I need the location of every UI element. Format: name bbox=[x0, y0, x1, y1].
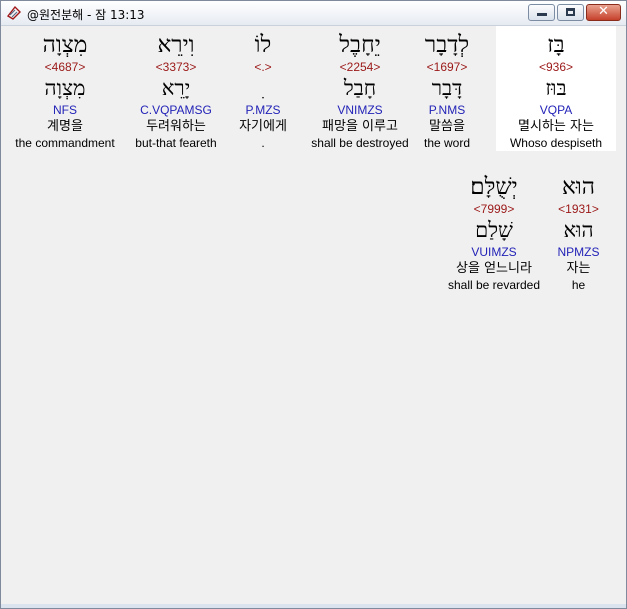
korean-gloss: 자기에게 bbox=[239, 119, 287, 134]
strong-number: <936> bbox=[538, 60, 574, 74]
hebrew-lemma: הוּא bbox=[563, 218, 594, 242]
english-gloss: shall be revarded bbox=[447, 278, 541, 292]
word-column[interactable]: מִצְוָה <4687> מִצְוָה NFS 계명을 the comma… bbox=[6, 26, 124, 151]
strong-number: <4687> bbox=[44, 60, 86, 74]
minimize-button[interactable] bbox=[528, 4, 555, 21]
english-gloss: Whoso despiseth bbox=[509, 136, 603, 150]
title-bar[interactable]: @원전분해 - 잠 13:13 ✕ bbox=[1, 1, 626, 26]
word-column[interactable]: בָּז <936> בּוּז VQPA 멸시하는 자는 Whoso desp… bbox=[496, 26, 616, 151]
hebrew-lemma: מִצְוָה bbox=[44, 76, 86, 100]
english-gloss: . bbox=[261, 136, 265, 150]
maximize-button[interactable] bbox=[557, 4, 584, 21]
korean-gloss: 자는 bbox=[566, 261, 591, 276]
english-gloss: shall be destroyed bbox=[311, 136, 409, 150]
hebrew-word: יְשֻׁלָּם׃ bbox=[470, 174, 518, 200]
morphology-code: P.MZS bbox=[245, 103, 281, 117]
hebrew-lemma: שָׁלַם bbox=[475, 218, 513, 242]
morphology-code: C.VQPAMSG bbox=[140, 103, 212, 117]
word-column[interactable]: יְשֻׁלָּם׃ <7999> שָׁלַם VUIMZS 상을 얻느니라 … bbox=[439, 168, 549, 293]
english-gloss: but-that feareth bbox=[135, 136, 217, 150]
strong-number: <2254> bbox=[339, 60, 381, 74]
english-gloss: he bbox=[571, 278, 586, 292]
interlinear-panel[interactable]: בָּז <936> בּוּז VQPA 멸시하는 자는 Whoso desp… bbox=[6, 26, 622, 604]
app-window: @원전분해 - 잠 13:13 ✕ בָּז <936> בּוּז VQPA … bbox=[0, 0, 627, 609]
korean-gloss: 패망을 이루고 bbox=[322, 119, 398, 134]
close-icon: ✕ bbox=[598, 4, 609, 19]
morphology-code: VUIMZS bbox=[471, 245, 517, 259]
korean-gloss: 계명을 bbox=[47, 119, 83, 134]
strong-number: <7999> bbox=[473, 202, 515, 216]
morphology-code: NFS bbox=[53, 103, 77, 117]
hebrew-lemma: חָבַל bbox=[343, 76, 377, 100]
strong-number: <.> bbox=[254, 60, 272, 74]
app-logo-icon bbox=[6, 5, 21, 20]
word-column[interactable]: וִירֵא <3373> יָרֵא C.VQPAMSG 두려워하는 but-… bbox=[126, 26, 226, 151]
strong-number: <1931> bbox=[558, 202, 599, 216]
close-button[interactable]: ✕ bbox=[586, 4, 621, 21]
hebrew-word: הוּא bbox=[562, 174, 595, 200]
hebrew-lemma: בּוּז bbox=[545, 76, 567, 100]
hebrew-word: לוֹ bbox=[254, 32, 272, 58]
hebrew-lemma: יָרֵא bbox=[161, 76, 191, 100]
hebrew-word: מִצְוָה bbox=[42, 32, 88, 58]
morphology-code: VNIMZS bbox=[337, 103, 383, 117]
word-column[interactable]: לוֹ <.> ִ P.MZS 자기에게 . bbox=[223, 26, 303, 151]
hebrew-lemma: ִ bbox=[223, 74, 303, 102]
window-title: @원전분해 - 잠 13:13 bbox=[27, 8, 145, 22]
morphology-code: VQPA bbox=[539, 103, 573, 117]
morphology-code: NPMZS bbox=[557, 245, 600, 259]
korean-gloss: 상을 얻느니라 bbox=[456, 261, 532, 276]
word-column[interactable]: הוּא <1931> הוּא NPMZS 자는 he bbox=[541, 168, 616, 293]
window-frame-bottom bbox=[1, 604, 626, 608]
hebrew-word: וִירֵא bbox=[157, 32, 195, 58]
strong-number: <3373> bbox=[155, 60, 197, 74]
korean-gloss: 두려워하는 bbox=[146, 119, 206, 134]
korean-gloss: 멸시하는 자는 bbox=[518, 119, 594, 134]
minimize-icon bbox=[537, 13, 547, 16]
hebrew-word: יֵחָבֶל bbox=[339, 32, 381, 58]
maximize-icon bbox=[566, 8, 575, 16]
word-column[interactable]: יֵחָבֶל <2254> חָבַל VNIMZS 패망을 이루고 shal… bbox=[302, 26, 418, 151]
hebrew-word: בָּז bbox=[547, 32, 565, 58]
english-gloss: the commandment bbox=[15, 136, 115, 150]
